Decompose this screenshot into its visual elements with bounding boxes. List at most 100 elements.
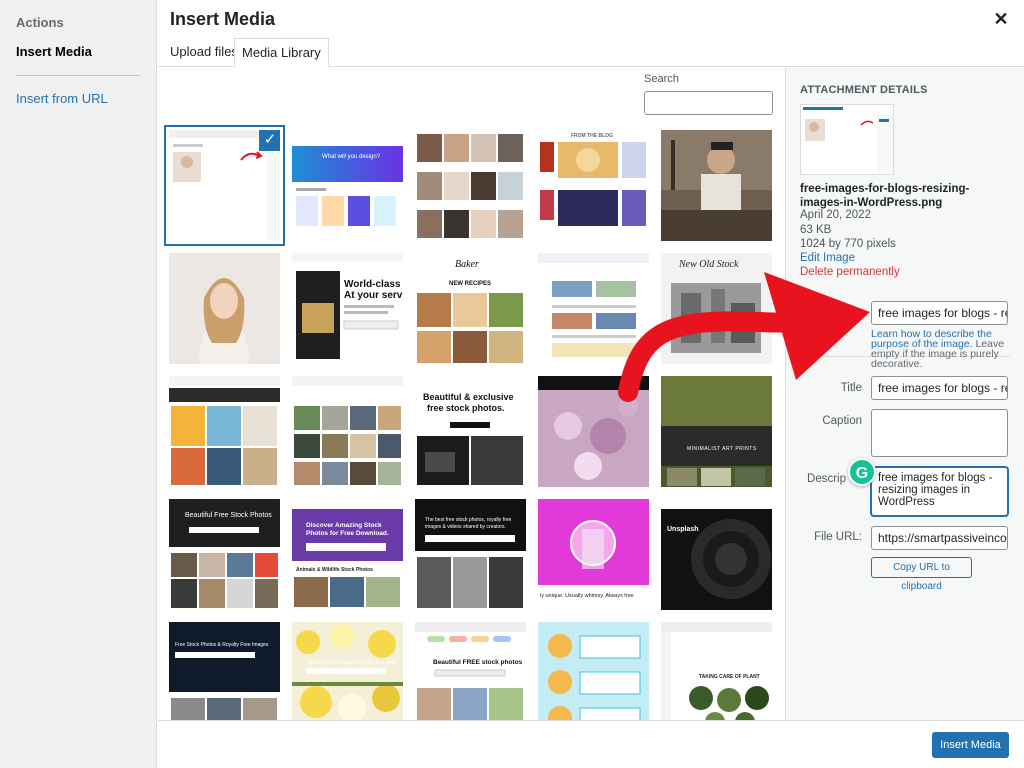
thumbnail-image: Free Stock Photos & Royalty Free Images <box>169 622 280 720</box>
menu-separator <box>16 75 140 76</box>
thumb-text: ly unique. Usually whimsy. Always free <box>540 593 634 599</box>
thumbnail-image: Baker NEW RECIPES <box>415 253 526 364</box>
modal-toolbar <box>158 720 1024 768</box>
attachment-thumbnail[interactable] <box>169 376 280 487</box>
attachment-thumbnail[interactable]: Unsplash <box>661 499 772 610</box>
thumb-text: TAKING CARE OF PLANT <box>699 674 760 680</box>
attachment-details-heading: ATTACHMENT DETAILS <box>800 84 928 96</box>
tab-media-library[interactable]: Media Library <box>234 38 329 67</box>
attachment-thumbnail[interactable]: New Old Stock <box>661 253 772 364</box>
thumbnail-image <box>661 130 772 241</box>
attachment-preview <box>800 104 894 175</box>
copy-url-button[interactable]: Copy URL to clipboard <box>871 557 972 592</box>
attachment-thumbnail[interactable]: TAKING CARE OF PLANT <box>661 622 772 720</box>
title-label: Title <box>840 382 862 394</box>
attachment-thumbnail[interactable] <box>538 253 649 364</box>
attachment-filesize: 63 KB <box>800 224 832 236</box>
attachment-thumbnail[interactable]: ✓ <box>169 130 280 241</box>
attachment-date: April 20, 2022 <box>800 209 871 221</box>
attachment-filename: free-images-for-blogs-resizing-images-in… <box>800 183 970 209</box>
edit-image-link[interactable]: Edit Image <box>800 252 855 264</box>
attachment-thumbnail[interactable] <box>538 376 649 487</box>
attachment-thumbnail[interactable]: Discover Amazing Stock Photos for Free D… <box>292 499 403 610</box>
thumbnail-image: Beautiful & exclusive free stock photos. <box>415 376 526 487</box>
insert-media-button[interactable]: Insert Media <box>932 732 1009 758</box>
thumbnail-image <box>169 376 280 487</box>
attachment-thumbnail[interactable]: ly unique. Usually whimsy. Always free <box>538 499 649 610</box>
title-input[interactable]: free images for blogs - res <box>871 376 1008 400</box>
thumb-text: Baker <box>455 259 479 270</box>
thumb-text: The best free stock photos, royalty free <box>425 517 512 523</box>
alt-text-help: Learn how to describe the purpose of the… <box>871 329 1011 370</box>
check-icon[interactable]: ✓ <box>259 130 280 151</box>
thumbnail-image <box>538 622 649 720</box>
thumbnail-image: MINIMALIST ART PRINTS <box>661 376 772 487</box>
attachment-thumbnail[interactable]: What will you design? <box>292 130 403 241</box>
attachment-thumbnail[interactable]: Beautiful Free Stock Photos <box>169 499 280 610</box>
grammarly-icon[interactable]: G <box>848 458 876 486</box>
thumb-text: MINIMALIST ART PRINTS <box>687 446 757 452</box>
thumbnail-image: ly unique. Usually whimsy. Always free <box>538 499 649 610</box>
thumbnail-image: Unsplash <box>661 499 772 610</box>
attachment-thumbnail[interactable]: FROM THE BLOG <box>538 130 649 241</box>
attachment-thumbnail[interactable]: Beautiful & exclusive free stock photos. <box>415 376 526 487</box>
thumb-text: Photos for Free Download. <box>306 530 389 537</box>
caption-label: Caption <box>822 415 862 427</box>
thumb-text: New Old Stock <box>678 259 739 270</box>
search-input[interactable] <box>644 91 773 115</box>
thumb-text: Unsplash <box>667 526 699 533</box>
thumb-text: free stock photos. <box>427 403 505 413</box>
thumbnail-image: Beautiful Free Stock Photos <box>169 499 280 610</box>
thumb-text: NEW RECIPES <box>449 281 491 287</box>
thumbnail-image: What will you design? <box>292 130 403 241</box>
thumbnail-image: TAKING CARE OF PLANT <box>661 622 772 720</box>
attachment-thumbnail[interactable]: Stunning free images & royalty free stoc… <box>292 622 403 720</box>
tab-upload-files[interactable]: Upload files <box>163 38 245 67</box>
menu-item-insert-from-url[interactable]: Insert from URL <box>16 91 108 106</box>
router-tabs: Upload files Media Library <box>158 38 1024 67</box>
thumb-text: FROM THE BLOG <box>571 133 613 139</box>
caption-textarea[interactable] <box>871 409 1008 457</box>
delete-permanently-link[interactable]: Delete permanently <box>800 266 900 278</box>
description-label: Descrip <box>807 473 846 485</box>
thumb-text: Animals & Wildlife Stock Photos <box>296 567 373 573</box>
menu-item-insert-media[interactable]: Insert Media <box>16 44 92 59</box>
thumbnail-image <box>169 253 280 364</box>
thumb-text: What will you design? <box>322 154 381 160</box>
thumbnail-image: Beautiful FREE stock photos <box>415 622 526 720</box>
alt-text-input[interactable]: free images for blogs - re <box>871 301 1008 325</box>
thumbnail-image <box>415 130 526 241</box>
attachment-thumbnail[interactable] <box>661 130 772 241</box>
file-url-input[interactable]: https://smartpassiveincom <box>871 526 1008 550</box>
attachment-thumbnail[interactable]: MINIMALIST ART PRINTS <box>661 376 772 487</box>
attachment-thumbnail[interactable] <box>169 253 280 364</box>
thumbnail-image: FROM THE BLOG <box>538 130 649 241</box>
attachment-thumbnail[interactable]: The best free stock photos, royalty free… <box>415 499 526 610</box>
thumbnail-image: Stunning free images & royalty free stoc… <box>292 622 403 720</box>
attachment-thumbnail[interactable]: Free Stock Photos & Royalty Free Images <box>169 622 280 720</box>
thumb-text: World-class <box>344 279 401 290</box>
thumb-text: Discover Amazing Stock <box>306 522 382 529</box>
thumbnail-image: The best free stock photos, royalty free… <box>415 499 526 610</box>
media-grid: ✓ What will you design? FROM THE BLOG Wo… <box>158 118 785 720</box>
attachment-thumbnail[interactable]: World-class At your servi <box>292 253 403 364</box>
file-url-label: File URL: <box>814 531 862 543</box>
thumb-text: Beautiful & exclusive <box>423 392 514 402</box>
thumb-text: At your servi <box>344 290 403 301</box>
attachment-thumbnail[interactable]: Baker NEW RECIPES <box>415 253 526 364</box>
attachment-thumbnail[interactable] <box>415 130 526 241</box>
search-label: Search <box>644 73 679 85</box>
close-icon[interactable]: ✕ <box>992 10 1010 28</box>
attachment-dimensions: 1024 by 770 pixels <box>800 238 896 250</box>
thumb-text: images & videos shared by creators. <box>425 524 506 530</box>
thumb-text: Beautiful FREE stock photos <box>433 659 523 666</box>
attachment-thumbnail[interactable] <box>292 376 403 487</box>
attachment-thumbnail[interactable]: Beautiful FREE stock photos <box>415 622 526 720</box>
thumbnail-image <box>538 376 649 487</box>
thumbnail-image <box>538 253 649 364</box>
attachment-thumbnail[interactable] <box>538 622 649 720</box>
thumb-text: Free Stock Photos & Royalty Free Images <box>175 642 269 648</box>
description-textarea[interactable]: free images for blogs - resizing images … <box>871 467 1008 516</box>
thumbnail-image <box>292 376 403 487</box>
thumb-text: Stunning free images & royalty free stoc… <box>306 660 398 666</box>
